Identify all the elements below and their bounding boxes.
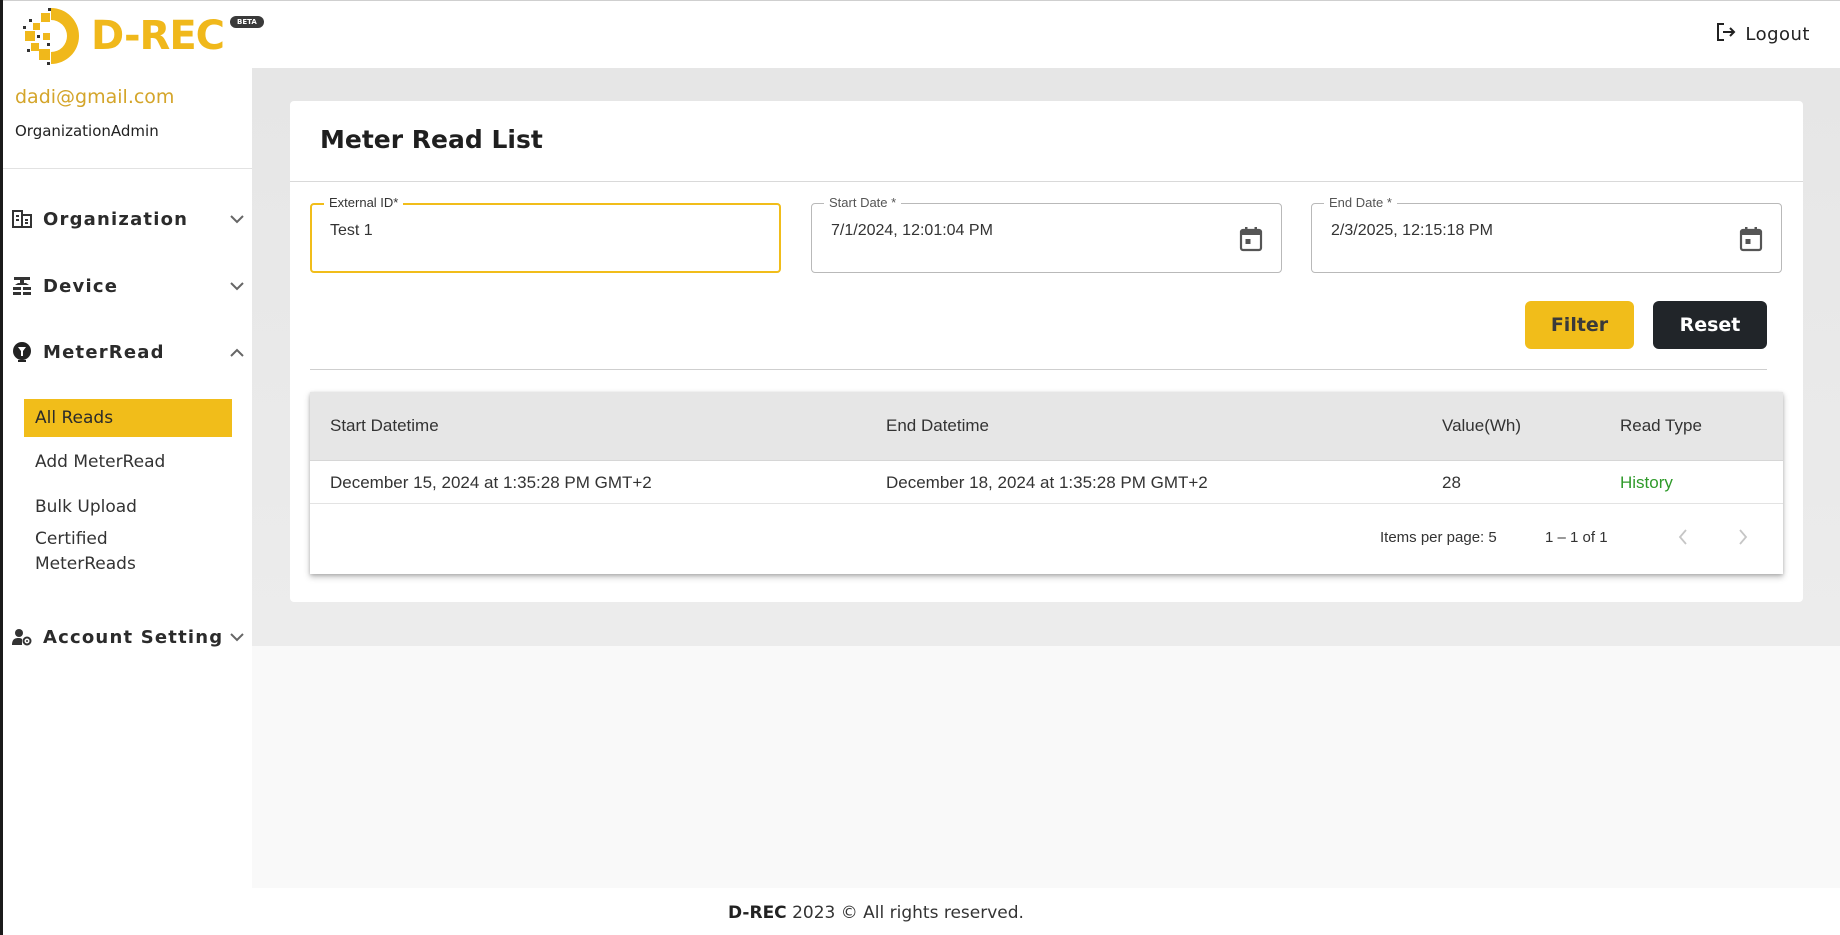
table-header: Start Datetime End Datetime Value(Wh) Re… — [310, 392, 1783, 461]
card-header-divider — [290, 181, 1803, 182]
chevron-up-icon — [227, 342, 247, 362]
end-date-field[interactable]: End Date * — [1311, 195, 1782, 273]
end-date-label: End Date * — [1324, 195, 1397, 210]
start-date-label: Start Date * — [824, 195, 902, 210]
calendar-icon[interactable] — [1239, 226, 1263, 252]
start-date-input[interactable] — [831, 222, 1207, 240]
cell-read-type: History — [1620, 473, 1673, 492]
user-role: OrganizationAdmin — [15, 122, 159, 140]
device-icon — [11, 275, 33, 297]
logout-label: Logout — [1745, 24, 1810, 45]
sidebar-item-meterread[interactable]: MeterRead — [11, 337, 247, 367]
chevron-left-icon — [1678, 529, 1687, 545]
meter-read-table: Start Datetime End Datetime Value(Wh) Re… — [310, 392, 1783, 574]
sidebar-item-label: Device — [43, 275, 119, 297]
table-row[interactable]: December 15, 2024 at 1:35:28 PM GMT+2 De… — [310, 462, 1783, 504]
column-header-start-datetime[interactable]: Start Datetime — [330, 416, 439, 436]
meter-read-card: Meter Read List External ID* Start Date … — [290, 101, 1803, 602]
brand-logo[interactable]: D-REC BETA — [21, 5, 264, 67]
column-header-read-type[interactable]: Read Type — [1620, 416, 1702, 436]
filter-divider — [310, 369, 1767, 370]
external-id-input[interactable] — [330, 222, 704, 240]
chevron-right-icon — [1739, 529, 1748, 545]
next-page-button[interactable] — [1731, 525, 1755, 549]
user-gear-icon — [11, 626, 33, 648]
sidebar-divider — [3, 168, 252, 169]
footer-text: 2023 © All rights reserved. — [786, 903, 1024, 923]
footer: D-REC 2023 © All rights reserved. — [3, 888, 1840, 935]
cell-value: 28 — [1442, 473, 1461, 492]
page-title: Meter Read List — [320, 125, 543, 154]
meter-icon — [11, 341, 33, 363]
reset-button[interactable]: Reset — [1653, 301, 1767, 349]
cell-end-datetime: December 18, 2024 at 1:35:28 PM GMT+2 — [886, 473, 1208, 492]
calendar-icon[interactable] — [1739, 226, 1763, 252]
external-id-label: External ID* — [324, 195, 404, 210]
cell-start-datetime: December 15, 2024 at 1:35:28 PM GMT+2 — [330, 473, 652, 492]
user-email: dadi@gmail.com — [15, 86, 175, 108]
footer-copyright: D-REC 2023 © All rights reserved. — [728, 903, 1024, 923]
table-paginator: Items per page: 5 1 – 1 of 1 — [310, 505, 1783, 574]
items-per-page[interactable]: Items per page: 5 — [1380, 529, 1497, 546]
logout-button[interactable]: Logout — [1715, 21, 1810, 48]
sidebar-item-organization[interactable]: Organization — [11, 204, 247, 234]
page-range-label: 1 – 1 of 1 — [1545, 529, 1608, 546]
sidebar-item-label: Account Setting — [43, 626, 224, 648]
chevron-down-icon — [227, 276, 247, 296]
sidebar-subitem-certified-meterreads[interactable]: Certified MeterReads — [24, 527, 184, 577]
footer-brand: D-REC — [728, 903, 787, 923]
sidebar-item-label: Organization — [43, 208, 189, 230]
external-id-field[interactable]: External ID* — [310, 195, 781, 273]
sidebar-subitem-all-reads[interactable]: All Reads — [24, 399, 232, 437]
sidebar-item-device[interactable]: Device — [11, 271, 247, 301]
filter-button[interactable]: Filter — [1525, 301, 1634, 349]
sidebar-subitem-add-meterread[interactable]: Add MeterRead — [24, 450, 232, 475]
top-navbar: D-REC BETA Logout — [3, 0, 1840, 68]
sidebar-item-account-setting[interactable]: Account Setting — [11, 622, 247, 652]
column-header-value[interactable]: Value(Wh) — [1442, 416, 1521, 436]
building-icon — [11, 208, 33, 230]
start-date-field[interactable]: Start Date * — [811, 195, 1282, 273]
previous-page-button[interactable] — [1671, 525, 1695, 549]
sidebar-item-label: MeterRead — [43, 341, 165, 363]
end-date-input[interactable] — [1331, 222, 1707, 240]
logout-icon — [1715, 21, 1737, 48]
sidebar: dadi@gmail.com OrganizationAdmin Organiz… — [3, 68, 252, 888]
beta-badge: BETA — [230, 16, 264, 28]
brand-name: D-REC — [91, 13, 225, 59]
sidebar-subitem-bulk-upload[interactable]: Bulk Upload — [24, 495, 232, 520]
logo-mark-icon — [21, 5, 87, 67]
chevron-down-icon — [227, 209, 247, 229]
chevron-down-icon — [227, 627, 247, 647]
column-header-end-datetime[interactable]: End Datetime — [886, 416, 989, 436]
